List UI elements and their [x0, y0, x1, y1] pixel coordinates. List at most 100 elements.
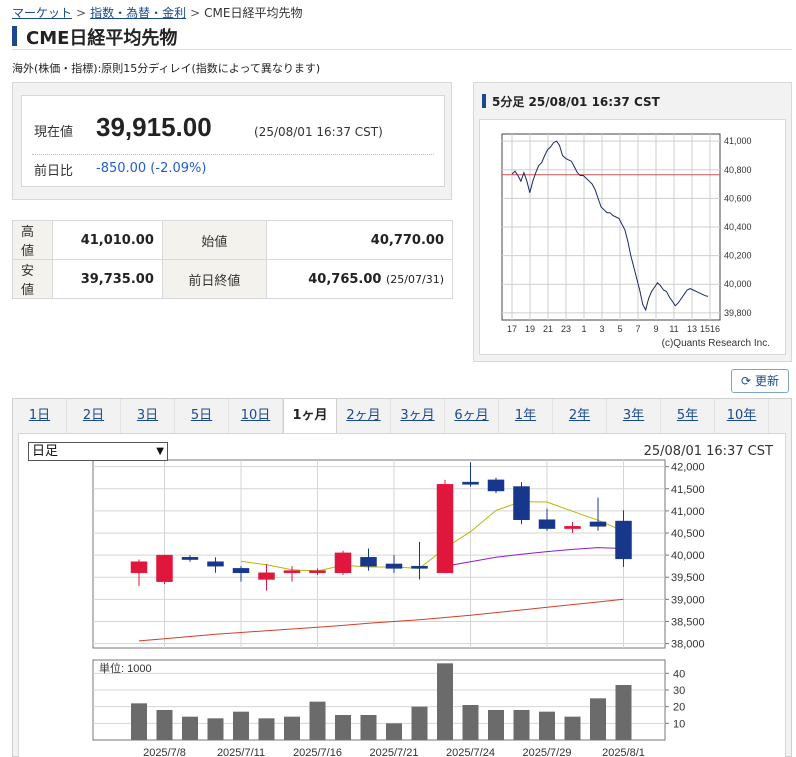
tab-6[interactable]: 1ヶ月 [283, 399, 337, 433]
y-tick-label: 38,500 [671, 616, 705, 628]
x-tick-label: 23 [561, 324, 571, 334]
volume-bar [513, 710, 530, 740]
x-tick-label: 1516 [700, 324, 720, 334]
x-tick-label: 17 [507, 324, 517, 334]
table-row: 高値 41,010.00 始値 40,770.00 [12, 220, 454, 260]
y-tick-label: 40,200 [724, 251, 752, 261]
tab-14[interactable]: 10年 [715, 399, 769, 433]
intraday-chart-panel: 5分足 25/08/01 16:37 CST 17 19 21 23 1 3 5 7 9 11 13… [473, 82, 792, 362]
open-value: 40,770.00 [265, 220, 454, 260]
candle-body [385, 563, 403, 569]
y-tick-label: 40,000 [724, 279, 752, 289]
intraday-chart-title: 5分足 25/08/01 16:37 CST [492, 95, 660, 109]
breadcrumb-separator: > [190, 6, 201, 20]
breadcrumb-current: CME日経平均先物 [204, 6, 303, 20]
candle-body [258, 572, 275, 580]
y-tick-label: 40,800 [724, 165, 752, 175]
price-summary: 現在値 39,915.00 (25/08/01 16:37 CST) 前日比 -… [12, 82, 452, 200]
tab-12[interactable]: 3年 [607, 399, 661, 433]
open-label: 始値 [161, 220, 267, 260]
candle-body [181, 557, 199, 560]
x-tick-label: 2025/7/24 [446, 747, 495, 757]
breadcrumb-market-link[interactable]: マーケット [12, 6, 72, 20]
volume-bar [131, 703, 147, 740]
refresh-icon: ⟳ [741, 374, 752, 388]
tab-10[interactable]: 1年 [499, 399, 553, 433]
volume-bar [309, 701, 326, 740]
x-tick-label: 2025/7/16 [293, 747, 342, 757]
x-tick-label: 2025/7/21 [370, 747, 419, 757]
tab-1[interactable]: 1日 [13, 399, 67, 433]
current-price-label: 現在値 [34, 125, 74, 140]
volume-bar [488, 710, 504, 740]
x-tick-label: 13 [687, 324, 697, 334]
tab-4[interactable]: 5日 [175, 399, 229, 433]
low-value: 39,735.00 [52, 259, 163, 299]
chart-type-select[interactable]: 日足 ▼ [28, 442, 168, 461]
x-tick-label: 5 [617, 324, 622, 334]
candle-body [130, 561, 148, 574]
page-title: CME日経平均先物 [26, 28, 178, 49]
volume-bar [207, 718, 224, 740]
breadcrumb-index-link[interactable]: 指数・為替・金利 [90, 6, 186, 20]
refresh-label: 更新 [754, 374, 779, 388]
current-price-value: 39,915.00 [96, 112, 212, 142]
y-tick-label: 40,500 [671, 528, 705, 540]
tab-7[interactable]: 2ヶ月 [337, 399, 391, 433]
chevron-down-icon: ▼ [156, 446, 164, 457]
daily-chart-panel: 42,000 41,500 41,000 40,500 40,000 39,500 39,0… [18, 433, 786, 757]
y-tick-label: 40,400 [724, 222, 752, 232]
volume-bar [156, 710, 173, 740]
prev-close-label: 前日終値 [161, 259, 267, 299]
candle-body [411, 565, 428, 569]
y-tick-label: 40,000 [671, 550, 705, 562]
prev-close-value: 40,765.00 [308, 271, 382, 287]
x-tick-label: 2025/7/11 [217, 747, 265, 757]
tab-11[interactable]: 2年 [553, 399, 607, 433]
high-label: 高値 [12, 220, 53, 260]
volume-bar [539, 711, 555, 740]
table-row: 安値 39,735.00 前日終値 40,765.00 (25/07/31) [12, 259, 454, 299]
change-label: 前日比 [34, 164, 74, 179]
x-tick-label: 3 [599, 324, 604, 334]
price-card: 現在値 39,915.00 (25/08/01 16:37 CST) 前日比 -… [21, 95, 445, 187]
candle-body [360, 557, 377, 567]
refresh-button[interactable]: ⟳ 更新 [731, 369, 789, 393]
volume-tick-label: 10 [673, 718, 685, 730]
tab-3[interactable]: 3日 [121, 399, 175, 433]
x-tick-label: 7 [635, 324, 640, 334]
title-accent-bar [12, 26, 17, 46]
y-tick-label: 41,500 [671, 484, 705, 496]
tab-5[interactable]: 10日 [229, 399, 283, 433]
intraday-chart: 17 19 21 23 1 3 5 7 9 11 13 151641,00040,80040,6004… [501, 133, 770, 349]
ohlc-table: 高値 41,010.00 始値 40,770.00 安値 39,735.00 前… [12, 220, 454, 299]
volume-bar [437, 663, 453, 740]
candle-body [309, 570, 326, 574]
prev-close-cell: 40,765.00 (25/07/31) [265, 259, 454, 299]
volume-bar [233, 711, 249, 740]
volume-bar [462, 705, 479, 740]
delay-note: 海外(株価・指標):原則15分ディレイ(指数によって異なります) [12, 62, 321, 75]
candle-body [207, 561, 224, 567]
high-value: 41,010.00 [52, 220, 163, 260]
tab-2[interactable]: 2日 [67, 399, 121, 433]
candle-body [334, 552, 352, 574]
y-tick-label: 39,000 [671, 594, 705, 606]
tab-9[interactable]: 6ヶ月 [445, 399, 499, 433]
change-value: -850.00 (-2.09%) [96, 161, 207, 176]
y-tick-label: 39,800 [724, 308, 752, 318]
x-tick-label: 21 [543, 324, 553, 334]
current-price-time: (25/08/01 16:37 CST) [254, 125, 383, 139]
volume-bar [258, 718, 275, 740]
tab-8[interactable]: 3ヶ月 [391, 399, 445, 433]
chart-type-value: 日足 [32, 444, 59, 459]
y-tick-label: 38,000 [671, 639, 705, 651]
y-tick-label: 39,500 [671, 572, 705, 584]
volume-bar [411, 706, 428, 740]
volume-bar [590, 698, 606, 740]
intraday-chart-area: 17 19 21 23 1 3 5 7 9 11 13 1516 41,000 40,800 40,600 4… [479, 119, 786, 355]
chart-credit: (c)Quants Research Inc. [662, 338, 770, 349]
y-tick-label: 40,600 [724, 193, 752, 203]
tab-13[interactable]: 5年 [661, 399, 715, 433]
x-tick-label: 9 [653, 324, 658, 334]
